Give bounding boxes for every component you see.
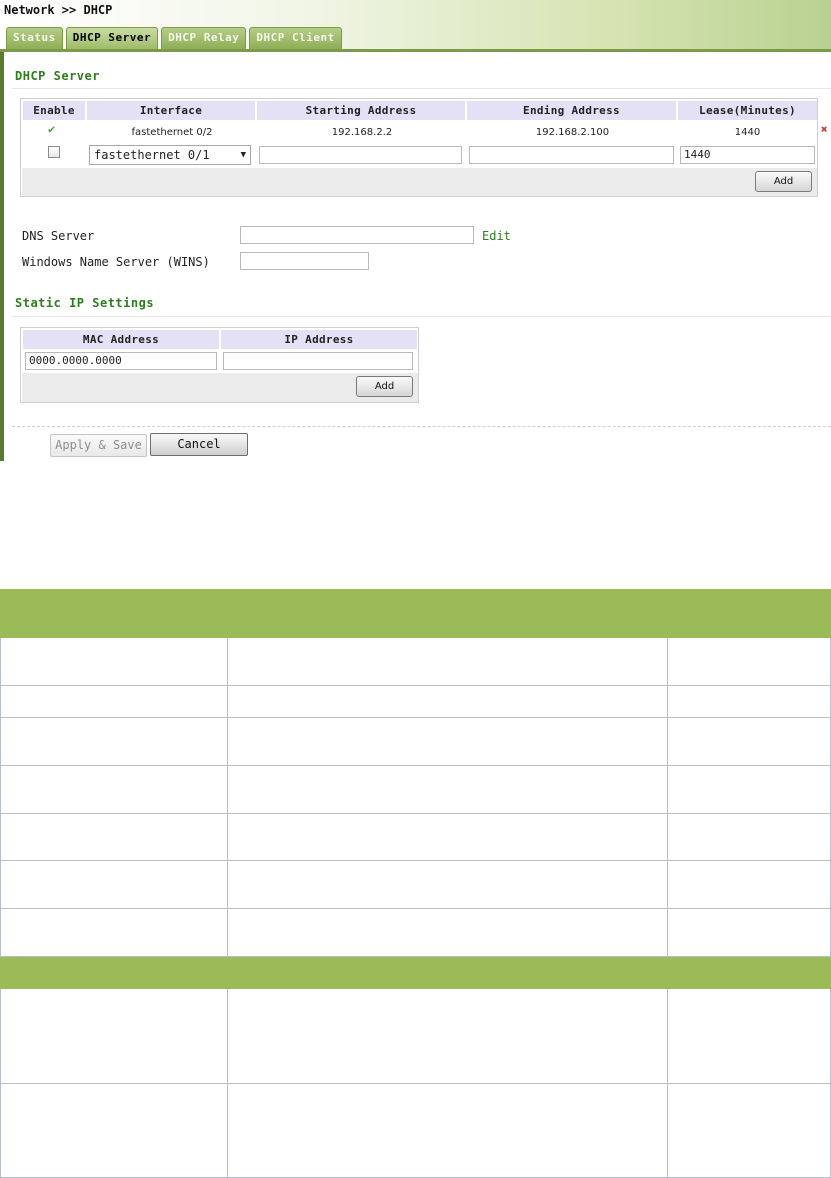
- table-cell: [227, 637, 668, 686]
- edit-dns-link[interactable]: Edit: [482, 229, 511, 243]
- dns-server-label: DNS Server: [22, 229, 95, 243]
- add-static-ip-button[interactable]: Add: [356, 376, 413, 397]
- table-cell: [227, 860, 668, 909]
- table-cell: [0, 589, 228, 638]
- static-ip-grid: MAC Address IP Address 0000.0000.0000 Ad…: [20, 327, 419, 403]
- table-cell: [0, 685, 228, 718]
- table-cell: [667, 1083, 831, 1178]
- starting-address-input[interactable]: [259, 146, 462, 164]
- row-start-address: 192.168.2.2: [331, 127, 393, 138]
- table-header-row: [0, 589, 831, 638]
- wins-label: Windows Name Server (WINS): [22, 255, 210, 269]
- col-enable: Enable: [23, 101, 87, 120]
- tab-dhcp-relay[interactable]: DHCP Relay: [161, 27, 247, 49]
- table-cell: [667, 589, 831, 638]
- wins-input[interactable]: [240, 252, 369, 270]
- col-starting-address: Starting Address: [257, 101, 467, 120]
- col-mac-address: MAC Address: [23, 330, 221, 349]
- table-row: [0, 988, 831, 1084]
- table-cell: [0, 908, 228, 957]
- table-cell: [667, 860, 831, 909]
- table-cell: [0, 956, 831, 989]
- tab-bar: Status DHCP Server DHCP Relay DHCP Clien…: [6, 27, 342, 49]
- content-panel: DHCP Server Enable Interface Starting Ad…: [0, 52, 831, 461]
- table-cell: [227, 908, 668, 957]
- table-cell: [0, 988, 228, 1084]
- chevron-down-icon: ▼: [240, 150, 246, 160]
- table-cell: [227, 589, 668, 638]
- tab-dhcp-client[interactable]: DHCP Client: [249, 27, 342, 49]
- table-row: [0, 685, 831, 718]
- top-bar: Network >> DHCP Status DHCP Server DHCP …: [0, 0, 831, 52]
- row-interface: fastethernet 0/2: [131, 127, 213, 138]
- action-divider: [12, 426, 831, 427]
- col-ending-address: Ending Address: [467, 101, 678, 120]
- mac-address-input[interactable]: 0000.0000.0000: [25, 352, 217, 370]
- grid-footer: [22, 168, 817, 196]
- table-cell: [667, 908, 831, 957]
- table-cell: [0, 860, 228, 909]
- table-cell: [227, 1083, 668, 1178]
- delete-row-icon[interactable]: ✖: [821, 123, 828, 136]
- apply-save-button[interactable]: Apply & Save: [50, 434, 147, 457]
- table-cell: [227, 988, 668, 1084]
- table-row: [0, 908, 831, 957]
- enable-checkbox[interactable]: [48, 146, 60, 158]
- add-pool-button[interactable]: Add: [755, 171, 812, 192]
- table-cell: [667, 813, 831, 861]
- table-cell: [667, 717, 831, 766]
- table-cell: [0, 717, 228, 766]
- table-row: [0, 860, 831, 909]
- col-interface: Interface: [87, 101, 257, 120]
- ending-address-input[interactable]: [469, 146, 674, 164]
- interface-select-value: fastethernet 0/1: [94, 148, 210, 162]
- table-row: [0, 717, 831, 766]
- table-cell: [227, 813, 668, 861]
- table-row: [0, 1083, 831, 1178]
- table-cell: [0, 637, 228, 686]
- cancel-button[interactable]: Cancel: [150, 433, 248, 456]
- dhcp-pool-grid: Enable Interface Starting Address Ending…: [20, 98, 818, 197]
- dhcp-server-title: DHCP Server: [15, 69, 100, 83]
- table-cell: [227, 765, 668, 814]
- breadcrumb: Network >> DHCP: [4, 3, 113, 17]
- section-divider: [12, 88, 831, 89]
- table-section-row: [0, 956, 831, 989]
- col-ip-address: IP Address: [221, 330, 417, 349]
- static-ip-title: Static IP Settings: [15, 296, 155, 310]
- parameter-table: [0, 589, 831, 1178]
- col-lease: Lease(Minutes): [678, 101, 817, 120]
- table-cell: [667, 685, 831, 718]
- table-cell: [227, 717, 668, 766]
- table-cell: [0, 1083, 228, 1178]
- tab-dhcp-server[interactable]: DHCP Server: [65, 27, 159, 49]
- table-cell: [667, 765, 831, 814]
- table-cell: [0, 765, 228, 814]
- dns-server-input[interactable]: [240, 226, 474, 244]
- row-lease: 1440: [734, 127, 761, 138]
- lease-input[interactable]: 1440: [680, 146, 815, 164]
- row-end-address: 192.168.2.100: [535, 127, 610, 138]
- enabled-check-icon: ✔: [48, 122, 56, 136]
- section-divider: [12, 316, 831, 317]
- table-row: [0, 765, 831, 814]
- tab-status[interactable]: Status: [6, 27, 63, 49]
- table-cell: [667, 988, 831, 1084]
- interface-select[interactable]: fastethernet 0/1 ▼: [89, 145, 251, 165]
- table-cell: [227, 685, 668, 718]
- table-row: [0, 813, 831, 861]
- table-cell: [667, 637, 831, 686]
- ip-address-input[interactable]: [223, 352, 413, 370]
- table-row: [0, 637, 831, 686]
- table-cell: [0, 813, 228, 861]
